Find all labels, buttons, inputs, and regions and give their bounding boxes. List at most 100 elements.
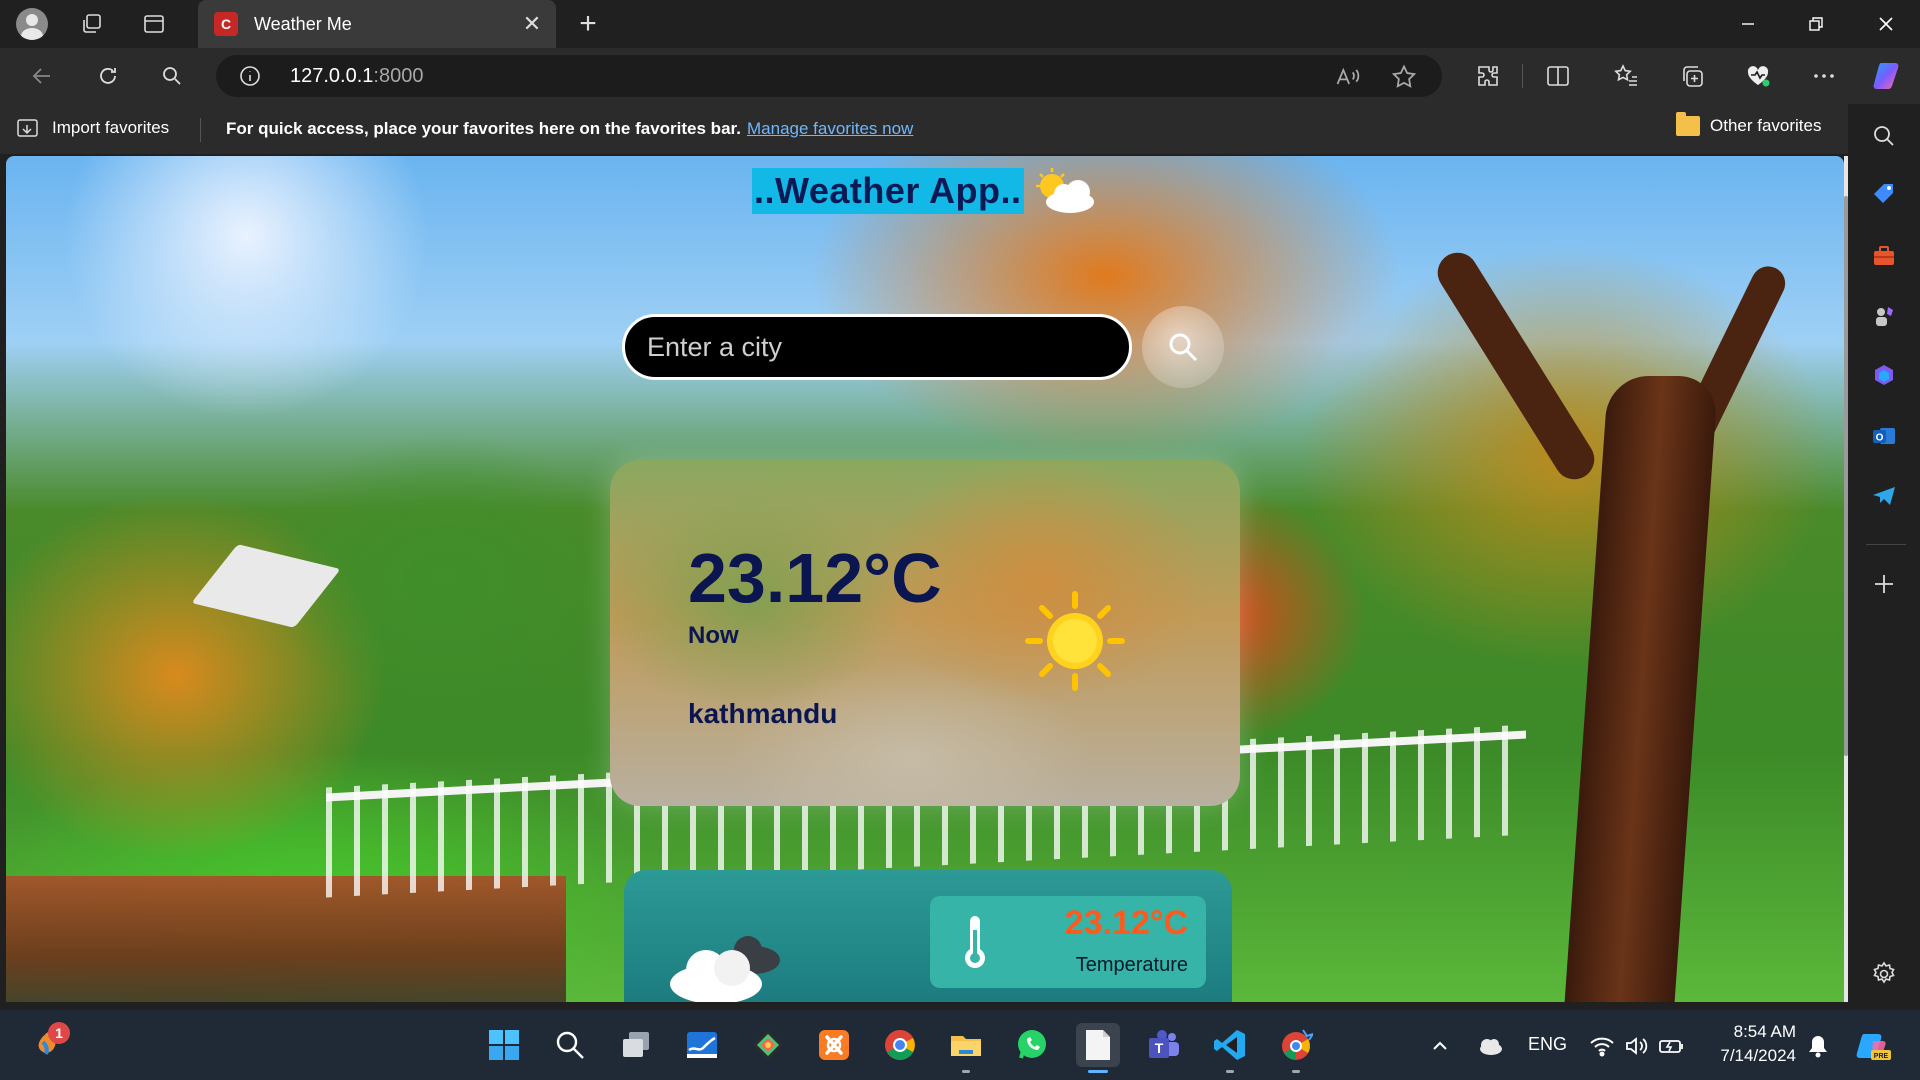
- sun-cloud-icon: [1036, 168, 1094, 213]
- read-aloud-icon[interactable]: [1334, 63, 1362, 91]
- weather-details-card: 23.12°C Temperature: [624, 870, 1232, 1002]
- address-url[interactable]: 127.0.0.1:8000: [290, 65, 423, 88]
- notification-bell-icon[interactable]: [1804, 1032, 1832, 1060]
- background-river: [6, 876, 566, 1002]
- favorites-bar: Import favorites For quick access, place…: [0, 104, 1920, 154]
- wifi-icon[interactable]: [1588, 1032, 1616, 1060]
- collections-icon[interactable]: [1674, 58, 1710, 94]
- clock-time[interactable]: 8:54 AM: [1726, 1022, 1796, 1042]
- tools-toolbox-icon[interactable]: [1866, 238, 1902, 274]
- other-favorites-label: Other favorites: [1710, 116, 1822, 135]
- games-icon[interactable]: [1866, 298, 1902, 334]
- tab-title: Weather Me: [254, 13, 352, 34]
- battery-charging-icon[interactable]: [1658, 1032, 1686, 1060]
- snipping-tool-icon[interactable]: [746, 1023, 790, 1067]
- start-button-windows-icon[interactable]: [482, 1023, 526, 1067]
- sun-icon: [1025, 591, 1125, 691]
- add-sidebar-app-icon[interactable]: [1866, 566, 1902, 602]
- temperature-detail-value: 23.12°C: [1064, 904, 1188, 942]
- svg-text:O: O: [1876, 433, 1884, 444]
- now-label: Now: [688, 622, 739, 649]
- running-indicator: [962, 1070, 970, 1073]
- tab-weather-me[interactable]: C Weather Me ✕: [198, 0, 556, 48]
- sidebar-settings-icon[interactable]: [1866, 956, 1902, 992]
- windows-taskbar: T ENG 8:54 AM 7/14/2024 PRE: [0, 1010, 1920, 1080]
- background-house-roof: [191, 544, 341, 628]
- new-tab-button[interactable]: +: [570, 6, 606, 42]
- page-viewport: ..Weather App.. 23.12°C Now kathmandu: [6, 156, 1844, 1002]
- browser-toolbar: 127.0.0.1:8000: [0, 48, 1920, 104]
- import-favorites-button[interactable]: Import favorites: [16, 116, 169, 140]
- tab-actions-icon[interactable]: [136, 6, 172, 42]
- current-temperature: 23.12°C: [688, 539, 942, 617]
- import-icon: [17, 119, 38, 137]
- file-explorer-icon[interactable]: [944, 1023, 988, 1073]
- minimize-button[interactable]: [1714, 0, 1782, 48]
- search-icon[interactable]: [152, 56, 192, 96]
- taskbar-search-icon[interactable]: [548, 1023, 592, 1067]
- manage-favorites-link[interactable]: Manage favorites now: [747, 119, 913, 139]
- volume-icon[interactable]: [1622, 1032, 1650, 1060]
- background-branch: [1430, 245, 1602, 487]
- input-language[interactable]: ENG: [1528, 1034, 1567, 1055]
- chrome-dev-icon[interactable]: [1274, 1023, 1318, 1073]
- back-button[interactable]: [22, 56, 62, 96]
- favorites-tip: For quick access, place your favorites h…: [226, 119, 741, 138]
- tab-close-icon[interactable]: ✕: [514, 6, 550, 42]
- page-scrollbar[interactable]: [1844, 156, 1848, 1002]
- site-info-icon[interactable]: [238, 64, 262, 88]
- cloud-icon: [670, 936, 780, 1002]
- task-view-icon[interactable]: [614, 1023, 658, 1067]
- city-search-button[interactable]: [1142, 306, 1224, 388]
- outlook-icon[interactable]: O: [1866, 418, 1902, 454]
- favbar-divider: [200, 118, 201, 142]
- copilot-pre-icon[interactable]: PRE: [1854, 1032, 1892, 1060]
- copilot-icon[interactable]: [1870, 58, 1906, 94]
- other-favorites-folder[interactable]: Other favorites: [1676, 112, 1822, 136]
- refresh-button[interactable]: [88, 56, 128, 96]
- edge-sidebar: O: [1848, 104, 1920, 1010]
- workspaces-icon[interactable]: [74, 6, 110, 42]
- magnifier-icon: [1169, 333, 1198, 362]
- notepad-icon[interactable]: [1076, 1023, 1120, 1073]
- close-window-button[interactable]: [1852, 0, 1920, 48]
- whatsapp-icon[interactable]: [1010, 1023, 1054, 1067]
- running-indicator: [1226, 1070, 1234, 1073]
- address-bar[interactable]: 127.0.0.1:8000: [216, 55, 1442, 97]
- thermometer-icon: [965, 916, 985, 968]
- teams-icon[interactable]: T: [1142, 1023, 1186, 1067]
- show-hidden-icons-chevron-up-icon[interactable]: [1426, 1032, 1454, 1060]
- clock-date[interactable]: 7/14/2024: [1710, 1046, 1796, 1066]
- toolbar-divider: [1522, 64, 1523, 88]
- extensions-icon[interactable]: [1470, 58, 1506, 94]
- browser-title-bar: C Weather Me ✕ +: [0, 0, 1920, 48]
- temperature-detail-label: Temperature: [1075, 954, 1188, 976]
- temperature-detail-box: 23.12°C Temperature: [930, 896, 1206, 988]
- onedrive-cloud-icon[interactable]: [1476, 1032, 1504, 1060]
- current-weather-card: 23.12°C Now kathmandu: [610, 460, 1240, 806]
- profile-avatar-icon[interactable]: [14, 6, 50, 42]
- sidebar-search-icon[interactable]: [1866, 118, 1902, 154]
- favorites-icon[interactable]: [1608, 58, 1644, 94]
- browser-essentials-icon[interactable]: [1740, 58, 1776, 94]
- import-favorites-label: Import favorites: [52, 118, 170, 137]
- split-screen-icon[interactable]: [1540, 58, 1576, 94]
- copilot-sidebar-icon[interactable]: [1866, 358, 1902, 394]
- shopping-tag-icon[interactable]: [1866, 176, 1902, 212]
- restore-button[interactable]: [1782, 0, 1850, 48]
- telegram-send-icon[interactable]: [1866, 478, 1902, 514]
- active-indicator: [1088, 1070, 1108, 1073]
- more-options-icon[interactable]: [1806, 58, 1842, 94]
- svg-text:PRE: PRE: [1874, 1053, 1889, 1060]
- svg-text:T: T: [1155, 1040, 1164, 1056]
- chrome-icon[interactable]: [878, 1023, 922, 1067]
- vscode-icon[interactable]: [1208, 1023, 1252, 1073]
- widgets-notification-badge: 1: [48, 1022, 70, 1044]
- running-indicator: [1292, 1070, 1300, 1073]
- scrollbar-thumb[interactable]: [1844, 196, 1848, 756]
- mail-app-icon[interactable]: [680, 1023, 724, 1067]
- city-search-input[interactable]: [622, 314, 1132, 380]
- favorite-star-icon[interactable]: [1390, 63, 1418, 91]
- xampp-icon[interactable]: [812, 1023, 856, 1067]
- app-title: ..Weather App..: [752, 168, 1024, 214]
